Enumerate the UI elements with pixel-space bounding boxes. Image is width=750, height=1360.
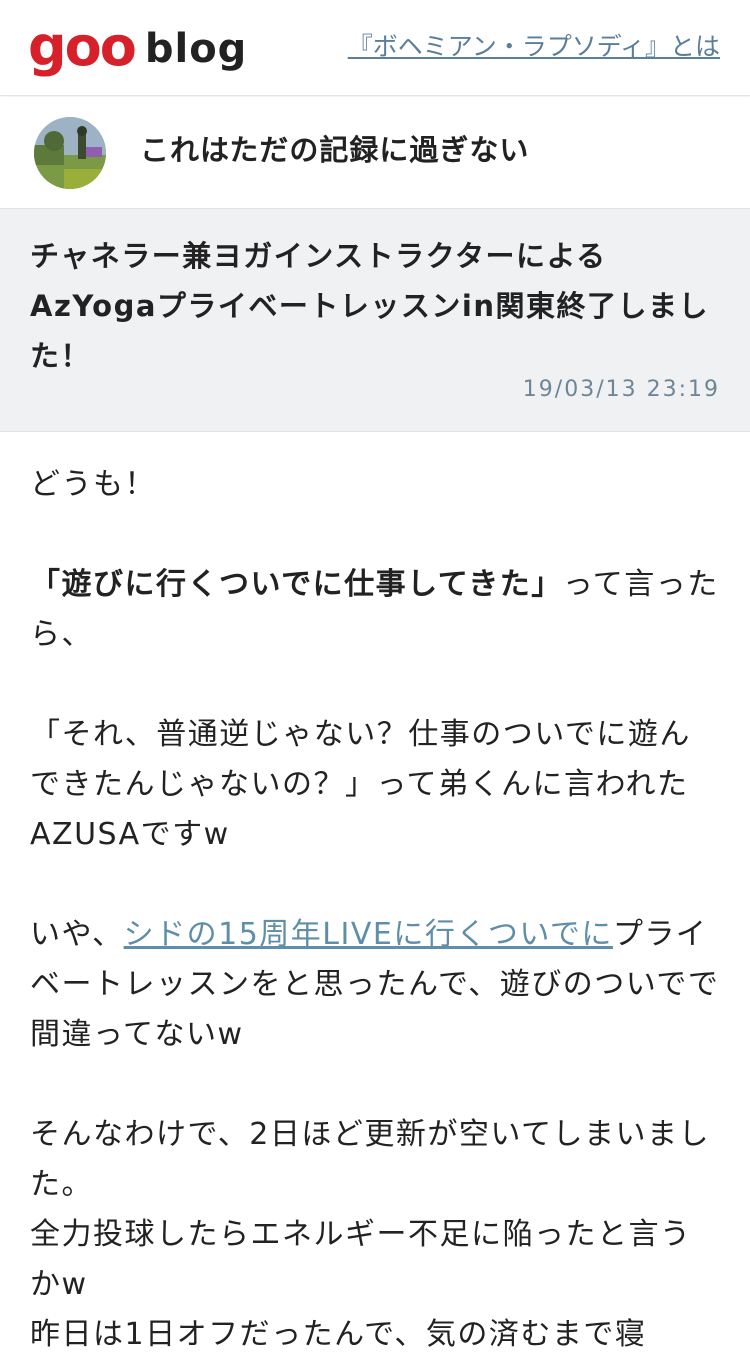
paragraph-live: いや、シドの15周年LIVEに行くついでにプライベートレッスンをと思ったんで、遊… (30, 910, 720, 1060)
paragraph-greeting: どうも！ (30, 467, 156, 502)
paragraph-update-gap: そんなわけで、2日ほど更新が空いてしまいました。 (30, 1117, 710, 1202)
paragraph-work-play: 「遊びに行くついでに仕事してきた」って言ったら、 (30, 560, 720, 660)
paragraph-day-off: 昨日は1日オフだったんで、気の済むまで寝 (30, 1317, 647, 1352)
article-body: どうも！ 「遊びに行くついでに仕事してきた」って言ったら、 「それ、普通逆じゃな… (30, 460, 720, 1360)
bold-quote: 「遊びに行くついでに仕事してきた」 (30, 567, 563, 602)
blog-title[interactable]: これはただの記録に過ぎない (140, 130, 529, 170)
logo-blog-text: blog (144, 26, 248, 72)
goo-blog-logo[interactable]: goo blog (28, 14, 247, 74)
paragraph-text: いや、 (30, 917, 124, 952)
logo-goo-text: goo (28, 15, 137, 78)
article-title: チャネラー兼ヨガインストラクターによるAzYogaプライベートレッスンin関東終… (30, 239, 709, 373)
article-date: 19/03/13 23:19 (522, 377, 720, 402)
blog-title-bar[interactable]: これはただの記録に過ぎない (0, 97, 750, 209)
avatar-photo-icon (34, 117, 106, 189)
header-keyword-link[interactable]: 『ボヘミアン・ラプソディ』とは (348, 30, 720, 64)
sid-live-link[interactable]: シドの15周年LIVEに行くついでに (124, 917, 613, 952)
blog-avatar[interactable] (34, 117, 106, 189)
paragraph-brother-quote: 「それ、普通逆じゃない？仕事のついでに遊んできたんじゃないの？」って弟くんに言わ… (30, 717, 691, 852)
paragraph-energy: 全力投球したらエネルギー不足に陥ったと言うかw (30, 1217, 692, 1302)
article-header: チャネラー兼ヨガインストラクターによるAzYogaプライベートレッスンin関東終… (0, 209, 750, 432)
site-header: goo blog 『ボヘミアン・ラプソディ』とは (0, 0, 750, 96)
